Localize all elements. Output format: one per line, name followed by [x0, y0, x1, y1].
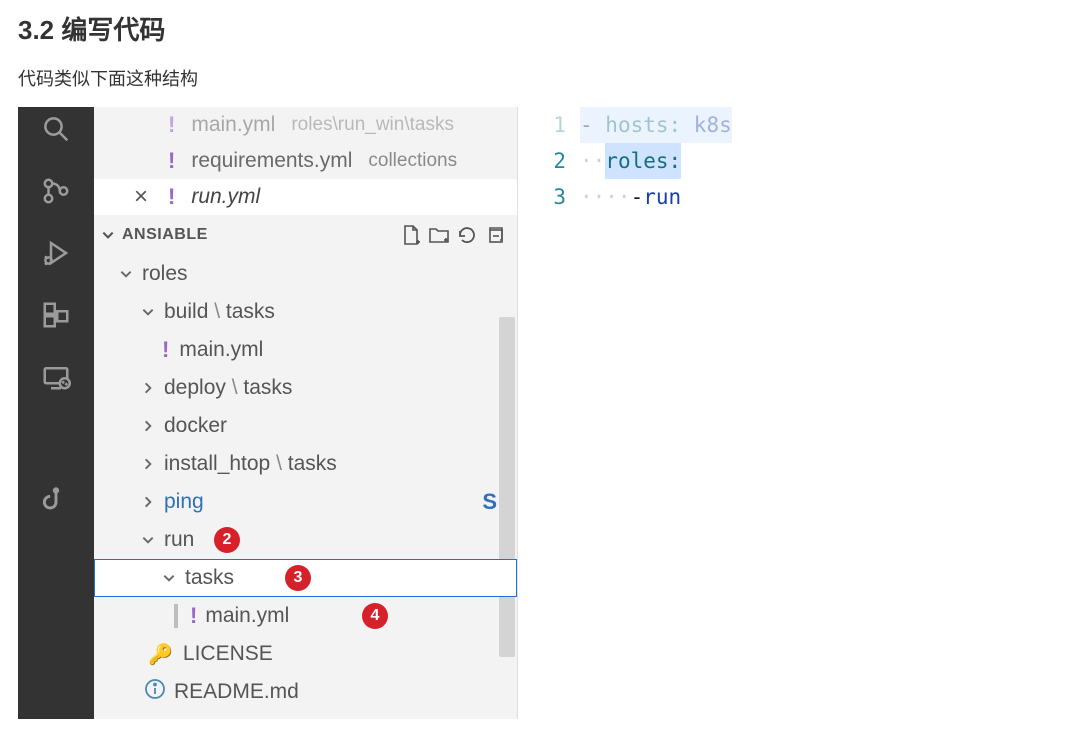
- folder-label: docker: [164, 414, 227, 438]
- tree-folder-build[interactable]: build \ tasks: [94, 293, 517, 331]
- editor-name: main.yml: [191, 113, 275, 137]
- collapse-all-icon[interactable]: [481, 221, 509, 249]
- editor-hint: roles\run_win\tasks: [291, 114, 454, 136]
- chevron-down-icon: [161, 570, 177, 586]
- code-line-1: - hosts: k8s: [580, 107, 732, 143]
- close-icon[interactable]: ×: [130, 183, 152, 211]
- info-icon: [144, 678, 166, 706]
- ide-screenshot: ! main.yml roles\run_win\tasks ! require…: [18, 107, 838, 719]
- annotation-bubble-4: 4: [362, 603, 388, 629]
- tree-file-license[interactable]: 🔑 LICENSE: [94, 635, 517, 673]
- new-file-icon[interactable]: [397, 221, 425, 249]
- yaml-icon: !: [190, 603, 197, 629]
- tree-folder-roles[interactable]: roles: [94, 255, 517, 293]
- chevron-right-icon: [140, 380, 156, 396]
- chevron-down-icon: [140, 304, 156, 320]
- file-label: LICENSE: [183, 642, 273, 666]
- yaml-icon: !: [162, 337, 169, 363]
- folder-label: build \ tasks: [164, 300, 275, 324]
- line-gutter: 1 2 3: [518, 107, 580, 719]
- refresh-icon[interactable]: [453, 221, 481, 249]
- annotation-bubble-2: 2: [214, 527, 240, 553]
- tree-file-readme[interactable]: README.md: [94, 673, 517, 711]
- chevron-right-icon: [140, 418, 156, 434]
- license-icon: 🔑: [148, 642, 173, 667]
- editor-name: requirements.yml: [191, 149, 352, 173]
- folder-label: ping: [164, 490, 204, 514]
- code-body[interactable]: - hosts: k8s ··roles: ····- run: [580, 107, 732, 719]
- open-editors: ! main.yml roles\run_win\tasks ! require…: [94, 107, 517, 215]
- explorer-sidebar: ! main.yml roles\run_win\tasks ! require…: [94, 107, 518, 719]
- folder-label: roles: [142, 262, 188, 286]
- tree-file-main[interactable]: ! main.yml: [94, 331, 517, 369]
- file-label: main.yml: [179, 338, 263, 362]
- section-heading: 3.2 编写代码: [18, 10, 1049, 47]
- extensions-icon[interactable]: [36, 295, 76, 335]
- remote-icon[interactable]: [36, 357, 76, 397]
- line-number: 3: [518, 179, 566, 215]
- code-editor[interactable]: 1 2 3 - hosts: k8s ··roles: ····- run: [518, 107, 838, 719]
- search-icon[interactable]: [36, 109, 76, 149]
- yaml-icon: !: [168, 184, 175, 210]
- folder-label: deploy \ tasks: [164, 376, 292, 400]
- file-label: README.md: [174, 680, 299, 704]
- folder-label: install_htop \ tasks: [164, 452, 337, 476]
- tree-file-main-2[interactable]: ! main.yml 4: [94, 597, 517, 635]
- tree-folder-run[interactable]: run 2: [94, 521, 517, 559]
- chevron-down-icon: [140, 532, 156, 548]
- chevron-right-icon: [140, 456, 156, 472]
- tree-folder-deploy[interactable]: deploy \ tasks: [94, 369, 517, 407]
- folder-label: tasks: [185, 566, 234, 590]
- activity-bar: [18, 107, 94, 719]
- editor-hint: collections: [368, 150, 457, 172]
- file-tree: roles build \ tasks ! main.yml deploy \ …: [94, 255, 517, 719]
- new-folder-icon[interactable]: [425, 221, 453, 249]
- intro-text: 代码类似下面这种结构: [18, 65, 1049, 91]
- line-number: 1: [518, 107, 566, 143]
- debug-icon[interactable]: [36, 233, 76, 273]
- tree-folder-install-htop[interactable]: install_htop \ tasks: [94, 445, 517, 483]
- git-status-badge: S: [482, 489, 497, 515]
- yaml-icon: !: [168, 148, 175, 174]
- open-editor-run[interactable]: × ! run.yml: [94, 179, 517, 215]
- annotation-bubble-3: 3: [285, 565, 311, 591]
- tree-folder-tasks[interactable]: tasks 3: [94, 559, 517, 597]
- chevron-down-icon: [118, 266, 134, 282]
- editor-name: run.yml: [191, 185, 260, 209]
- tree-folder-ping[interactable]: ping S: [94, 483, 517, 521]
- tree-folder-docker[interactable]: docker: [94, 407, 517, 445]
- section-title: ANSIABLE: [122, 226, 208, 244]
- yaml-icon: !: [168, 112, 175, 138]
- indent-guide: [174, 604, 178, 628]
- line-number: 2: [518, 143, 566, 179]
- chevron-down-icon: [100, 227, 116, 243]
- source-control-icon[interactable]: [36, 171, 76, 211]
- hook-icon[interactable]: [36, 481, 76, 521]
- code-line-2: ··roles:: [580, 143, 732, 179]
- code-line-3: ····- run: [580, 179, 732, 215]
- chevron-right-icon: [140, 494, 156, 510]
- file-label: main.yml: [205, 604, 289, 628]
- explorer-section-header[interactable]: ANSIABLE: [94, 215, 517, 255]
- open-editor-main[interactable]: ! main.yml roles\run_win\tasks: [94, 107, 517, 143]
- open-editor-requirements[interactable]: ! requirements.yml collections: [94, 143, 517, 179]
- folder-label: run: [164, 528, 194, 552]
- docker-icon[interactable]: [36, 419, 76, 459]
